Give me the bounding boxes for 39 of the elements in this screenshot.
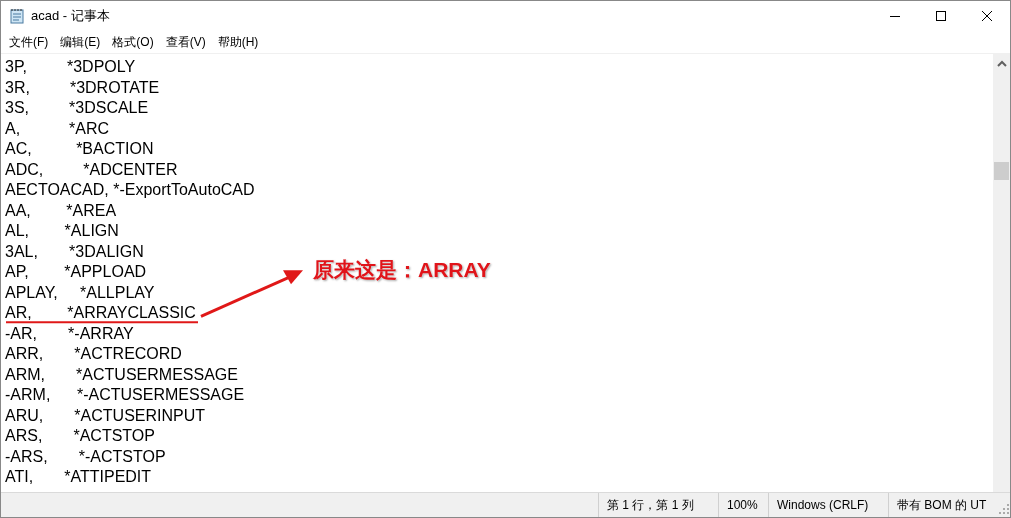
text-line: -AR, *-ARRAY (5, 324, 134, 343)
status-text: 带有 BOM 的 UT (897, 496, 987, 514)
text-line: ARM, *ACTUSERMESSAGE (5, 365, 238, 384)
close-icon[interactable] (982, 11, 992, 21)
window-title: acad - 记事本 (31, 7, 110, 25)
menu-item[interactable]: 格式(O) (106, 31, 160, 53)
menu-item[interactable]: 查看(V) (159, 31, 212, 53)
scrollbar[interactable] (993, 54, 1010, 492)
scroll-up-icon[interactable] (996, 60, 1007, 67)
text-line: ARR, *ACTRECORD (5, 345, 182, 363)
maximize-icon[interactable] (936, 11, 946, 21)
text-line: ARS, *ACTSTOP (5, 427, 155, 445)
menu-item[interactable]: 编辑(E) (54, 31, 107, 53)
text-line: 3S, *3DSCALE (5, 99, 149, 117)
text-line: -ARS, *-ACTSTOP (5, 447, 166, 466)
text-line: AA, *AREA (5, 201, 117, 220)
annotation-text: 原来这是：ARRAY (313, 257, 491, 284)
text-line: APLAY, *ALLPLAY (5, 283, 155, 302)
text-line: 3AL, *3DALIGN (5, 242, 144, 261)
menu-item[interactable]: 帮助(H) (211, 31, 265, 53)
text-line: 3P, *3DPOLY (5, 58, 136, 76)
text-line: AR, *ARRAYCLASSIC (5, 304, 196, 322)
text-line: A, *ARC (5, 119, 110, 138)
text-line: ADC, *ADCENTER (5, 160, 178, 179)
text-line: ARU, *ACTUSERINPUT (5, 406, 206, 425)
text-line: AL, *ALIGN (5, 222, 119, 240)
resize-grip-icon[interactable] (998, 503, 1010, 515)
text-line: -ARM, *-ACTUSERMESSAGE (5, 386, 245, 404)
menu-item[interactable]: 文件(F) (3, 31, 55, 53)
text-line: AP, *APPLOAD (5, 263, 147, 281)
text-line: 3R, *3DROTATE (5, 78, 160, 97)
status-text: 第 1 行，第 1 列 (607, 496, 694, 514)
notepad-icon (10, 8, 24, 24)
text-line: AC, *BACTION (5, 140, 154, 158)
text-line: ATI, *ATTIPEDIT (5, 468, 152, 486)
status-text: Windows (CRLF) (777, 498, 869, 512)
scroll-thumb[interactable] (994, 162, 1009, 180)
status-text: 100% (727, 498, 758, 512)
text-line: AECTOACAD, *-ExportToAutoCAD (5, 181, 255, 199)
